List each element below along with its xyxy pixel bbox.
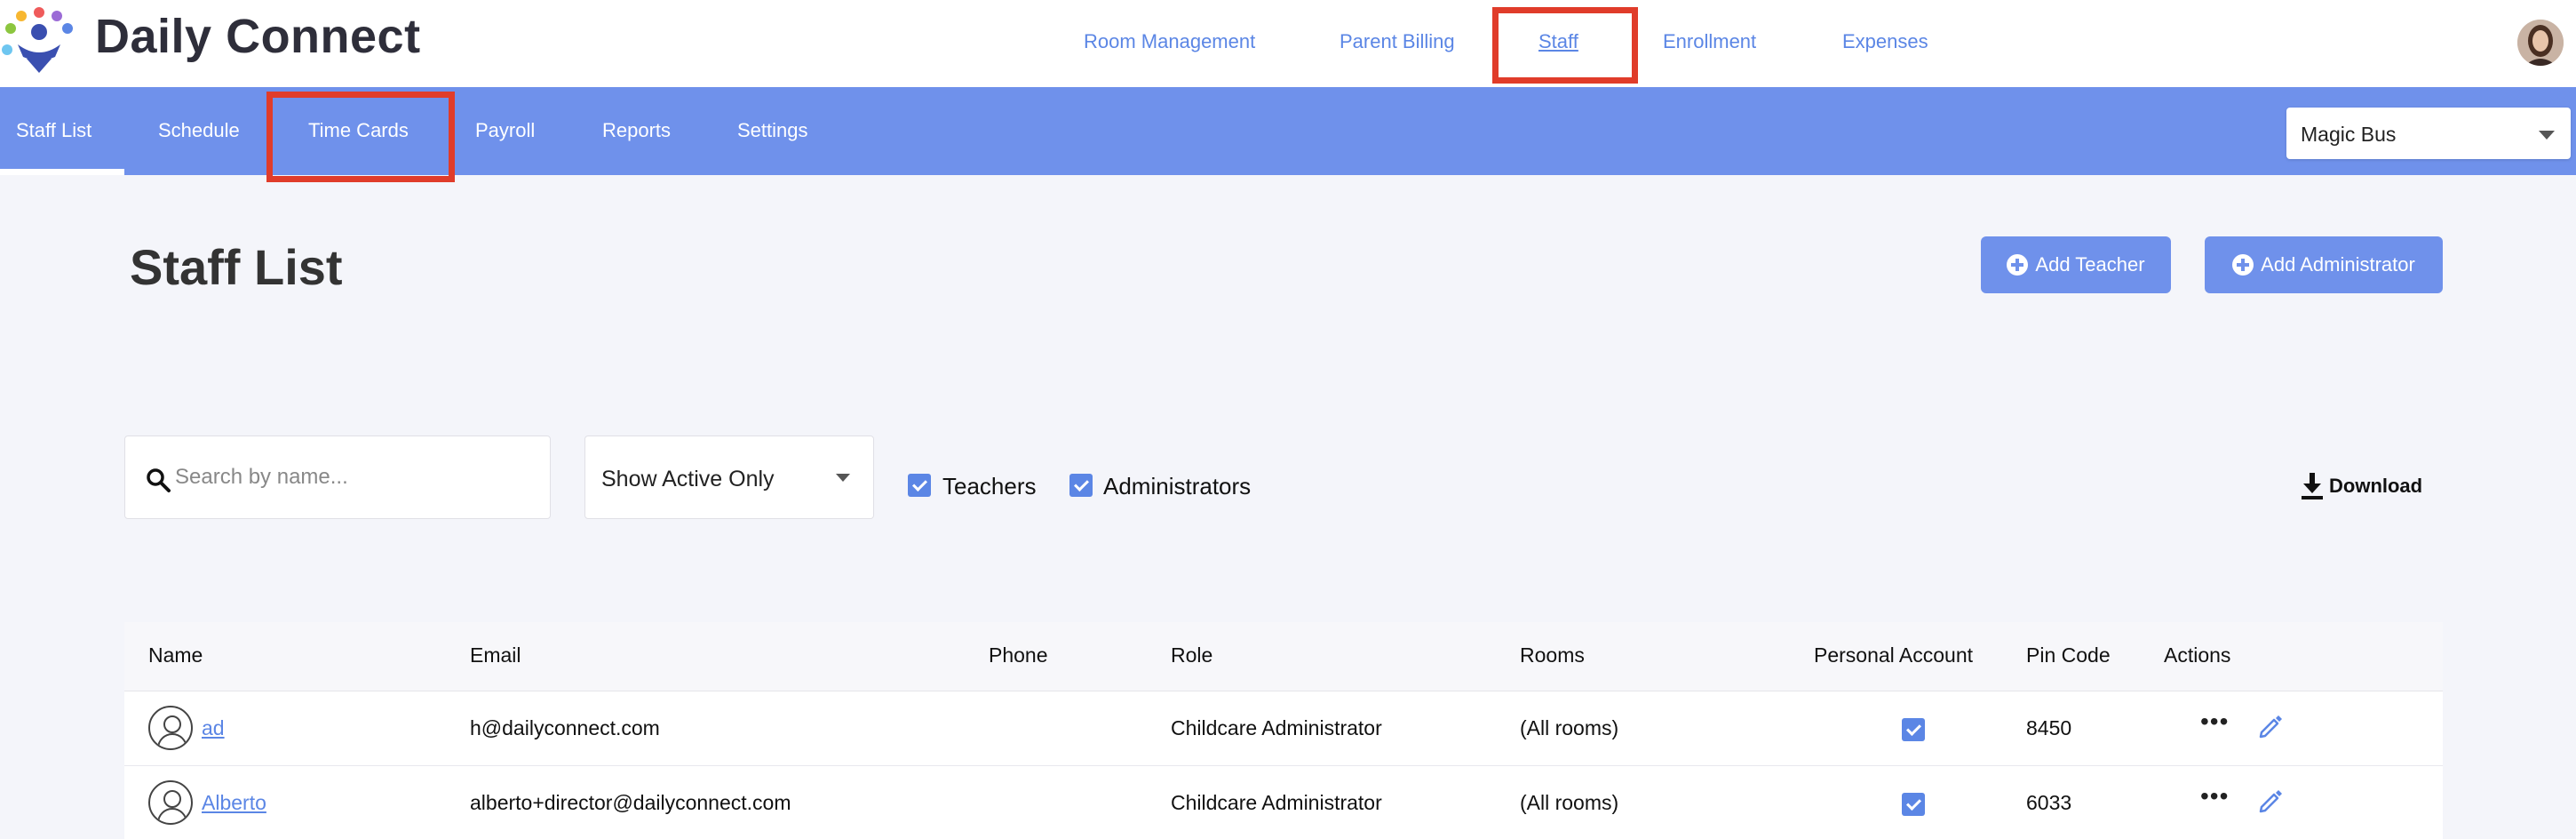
teachers-label: Teachers xyxy=(942,473,1037,499)
sub-nav-payroll[interactable]: Payroll xyxy=(475,119,535,142)
user-avatar[interactable] xyxy=(2517,20,2564,66)
staff-pin-code: 8450 xyxy=(2026,716,2072,739)
page-title: Staff List xyxy=(130,239,343,295)
download-label: Download xyxy=(2329,475,2423,497)
add-administrator-button[interactable]: Add Administrator xyxy=(2205,236,2443,293)
download-button[interactable]: Download xyxy=(2301,473,2422,499)
sub-nav-settings[interactable]: Settings xyxy=(737,119,808,142)
more-icon[interactable]: ••• xyxy=(2200,782,2229,811)
search-input[interactable] xyxy=(175,465,530,490)
pencil-icon[interactable] xyxy=(2258,713,2285,739)
profile-photo-icon xyxy=(2517,20,2564,66)
logo-icon xyxy=(2,7,73,73)
user-avatar-icon xyxy=(148,780,193,825)
sub-nav-bar: Staff List Schedule Time Cards Payroll R… xyxy=(0,87,2576,175)
staff-name-link[interactable]: Alberto xyxy=(202,791,266,815)
add-teacher-button[interactable]: Add Teacher xyxy=(1981,236,2171,293)
sub-nav-time-cards[interactable]: Time Cards xyxy=(308,119,409,142)
personal-account-checkbox[interactable] xyxy=(1902,793,1925,816)
sub-nav-reports[interactable]: Reports xyxy=(602,119,671,142)
user-avatar-icon xyxy=(148,706,193,750)
sub-nav-schedule[interactable]: Schedule xyxy=(158,119,240,142)
table-header: Name Email Phone Role Rooms Personal Acc… xyxy=(124,622,2443,691)
column-header-role[interactable]: Role xyxy=(1171,643,1212,667)
administrators-label: Administrators xyxy=(1103,473,1252,499)
staff-pin-code: 6033 xyxy=(2026,791,2072,814)
table-row: Alberto alberto+director@dailyconnect.co… xyxy=(124,766,2443,839)
staff-table: Name Email Phone Role Rooms Personal Acc… xyxy=(124,622,2443,839)
staff-rooms: (All rooms) xyxy=(1520,716,1619,739)
column-header-personal-account[interactable]: Personal Account xyxy=(1814,643,1973,667)
table-row: ad h@dailyconnect.com Childcare Administ… xyxy=(124,691,2443,766)
top-nav-staff[interactable]: Staff xyxy=(1538,30,1578,53)
top-nav-room-management[interactable]: Room Management xyxy=(1084,30,1255,53)
more-icon[interactable]: ••• xyxy=(2200,707,2229,736)
staff-role: Childcare Administrator xyxy=(1171,716,1382,739)
column-header-rooms[interactable]: Rooms xyxy=(1520,643,1585,667)
plus-circle-icon xyxy=(2232,254,2254,276)
personal-account-checkbox[interactable] xyxy=(1902,718,1925,741)
sub-nav-staff-list[interactable]: Staff List xyxy=(16,119,91,142)
staff-name-link[interactable]: ad xyxy=(202,716,225,740)
location-select[interactable]: Magic Bus xyxy=(2286,108,2571,159)
status-filter-value: Show Active Only xyxy=(601,467,775,491)
add-administrator-label: Add Administrator xyxy=(2261,253,2415,276)
staff-role: Childcare Administrator xyxy=(1171,791,1382,814)
staff-email: alberto+director@dailyconnect.com xyxy=(470,791,791,814)
column-header-name[interactable]: Name xyxy=(148,643,203,667)
search-box xyxy=(124,435,551,519)
column-header-actions: Actions xyxy=(2164,643,2231,667)
staff-rooms: (All rooms) xyxy=(1520,791,1619,814)
column-header-email[interactable]: Email xyxy=(470,643,521,667)
search-icon xyxy=(147,468,171,492)
plus-circle-icon xyxy=(2007,254,2029,276)
administrators-checkbox[interactable] xyxy=(1069,474,1093,497)
chevron-down-icon xyxy=(836,474,850,482)
top-nav-enrollment[interactable]: Enrollment xyxy=(1663,30,1756,53)
chevron-down-icon xyxy=(2539,131,2555,140)
top-nav-parent-billing[interactable]: Parent Billing xyxy=(1340,30,1455,53)
pencil-icon[interactable] xyxy=(2258,787,2285,814)
staff-email: h@dailyconnect.com xyxy=(470,716,660,739)
download-icon xyxy=(2302,473,2323,499)
top-header: Daily Connect Room Management Parent Bil… xyxy=(0,0,2576,87)
column-header-pin-code[interactable]: Pin Code xyxy=(2026,643,2111,667)
teachers-checkbox[interactable] xyxy=(908,474,931,497)
active-tab-indicator xyxy=(0,169,124,175)
status-filter-select[interactable]: Show Active Only xyxy=(584,435,874,519)
location-select-value: Magic Bus xyxy=(2301,123,2397,146)
top-nav-expenses[interactable]: Expenses xyxy=(1842,30,1928,53)
column-header-phone[interactable]: Phone xyxy=(989,643,1048,667)
add-teacher-label: Add Teacher xyxy=(2035,253,2145,276)
brand-name: Daily Connect xyxy=(95,10,421,63)
